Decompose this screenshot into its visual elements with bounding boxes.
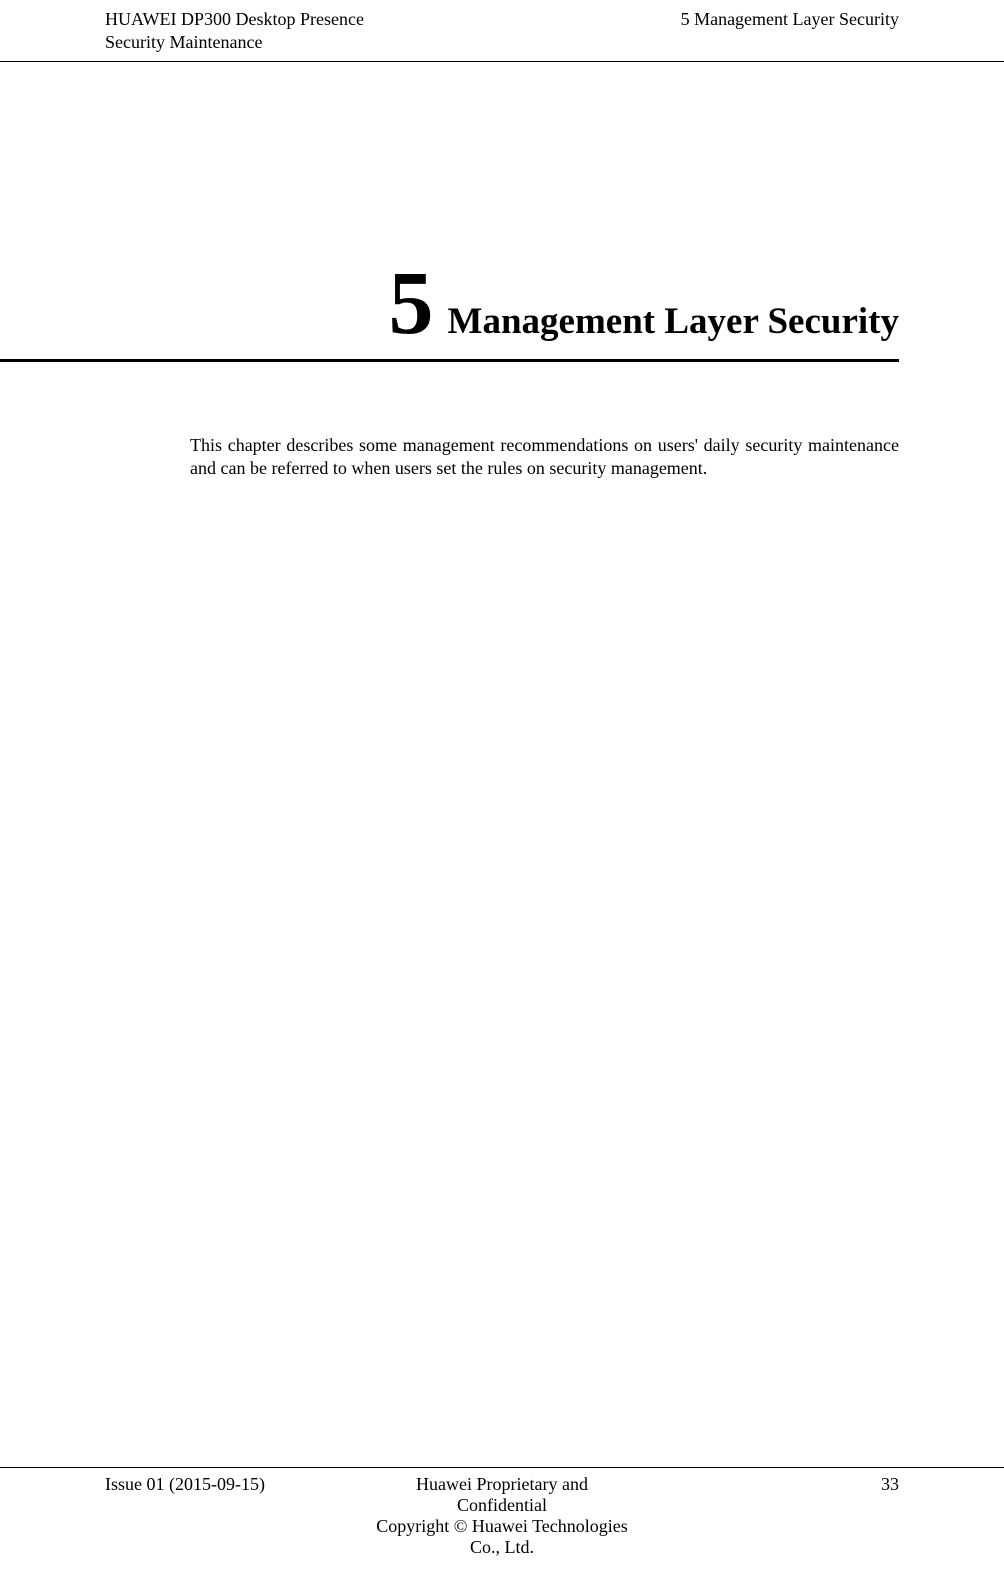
footer-center: Huawei Proprietary and Confidential Copy… [370, 1474, 635, 1558]
chapter-number: 5 [389, 254, 434, 353]
header-section-title: 5 Management Layer Security [681, 8, 899, 31]
header-doc-title: HUAWEI DP300 Desktop Presence [105, 8, 364, 31]
header-left: HUAWEI DP300 Desktop Presence Security M… [105, 8, 364, 55]
header-right: 5 Management Layer Security [681, 8, 899, 31]
chapter-title: Management Layer Security [448, 301, 899, 342]
page-header: HUAWEI DP300 Desktop Presence Security M… [0, 0, 1004, 62]
footer-row: Issue 01 (2015-09-15) Huawei Proprietary… [105, 1468, 899, 1558]
chapter-heading: 5 Management Layer Security [0, 252, 899, 362]
footer-copyright: Copyright © Huawei Technologies Co., Ltd… [370, 1516, 635, 1558]
page-footer: Issue 01 (2015-09-15) Huawei Proprietary… [0, 1467, 1004, 1558]
header-doc-subtitle: Security Maintenance [105, 31, 364, 54]
footer-page-number: 33 [634, 1474, 899, 1495]
footer-proprietary: Huawei Proprietary and Confidential [370, 1474, 635, 1516]
footer-issue: Issue 01 (2015-09-15) [105, 1474, 370, 1495]
chapter-intro-paragraph: This chapter describes some management r… [190, 434, 899, 481]
